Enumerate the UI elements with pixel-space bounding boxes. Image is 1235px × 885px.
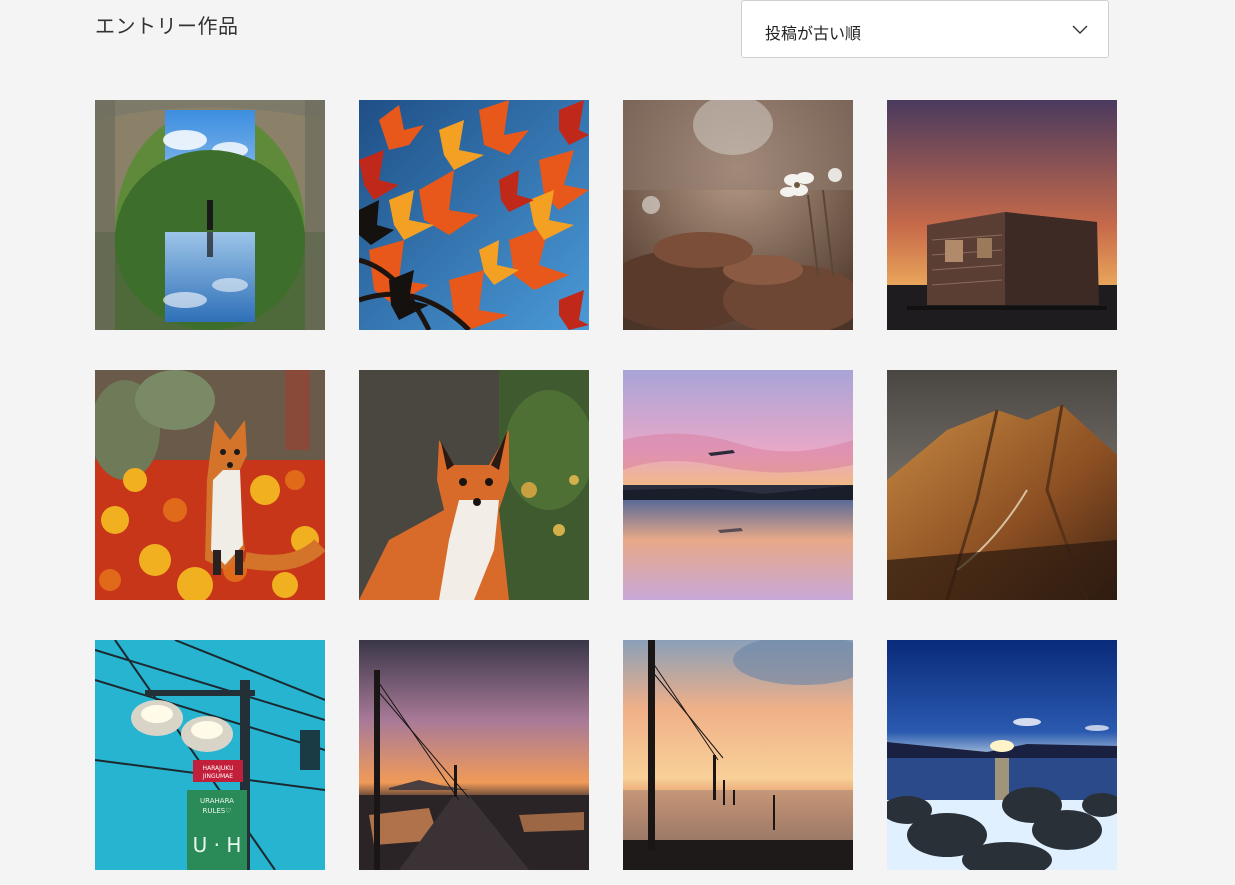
harajuku-sign-text-line2: JINGUMAE bbox=[202, 773, 233, 780]
entry-photo-pole-path-sunset[interactable] bbox=[359, 640, 589, 870]
small-white-flower-image bbox=[623, 100, 853, 330]
fox-portrait-image bbox=[359, 370, 589, 600]
sort-order-selected: 投稿が古い順 bbox=[765, 24, 862, 43]
entries-grid: HARAJUKU JINGUMAE URAHARA RULES♡ U · H bbox=[95, 100, 1117, 870]
harajuku-sign-text-line1: HARAJUKU bbox=[203, 765, 234, 772]
airplane-sunset-reflection-image bbox=[623, 370, 853, 600]
sort-order-select[interactable]: 投稿が古い順 bbox=[741, 0, 1109, 58]
entry-photo-rocky-shore-sunrise[interactable] bbox=[887, 640, 1117, 870]
street-lamp-signs-image: HARAJUKU JINGUMAE URAHARA RULES♡ U · H bbox=[95, 640, 325, 870]
pole-path-sunset-image bbox=[359, 640, 589, 870]
golden-mountain-ridge-image bbox=[887, 370, 1117, 600]
urahara-sign-text-line3: U · H bbox=[193, 833, 242, 857]
chevron-down-icon bbox=[1072, 25, 1088, 34]
entry-photo-tunnel-reflection[interactable] bbox=[95, 100, 325, 330]
rocky-shore-sunrise-image bbox=[887, 640, 1117, 870]
tunnel-reflection-image bbox=[95, 100, 325, 330]
entry-photo-abandoned-trailer-sunset[interactable] bbox=[887, 100, 1117, 330]
urahara-sign-text-line2: RULES♡ bbox=[202, 807, 231, 815]
abandoned-trailer-sunset-image bbox=[887, 100, 1117, 330]
section-title: エントリー作品 bbox=[95, 14, 239, 38]
entry-photo-fox-portrait[interactable] bbox=[359, 370, 589, 600]
fox-in-autumn-leaves-image bbox=[95, 370, 325, 600]
entry-photo-street-lamp-signs[interactable]: HARAJUKU JINGUMAE URAHARA RULES♡ U · H bbox=[95, 640, 325, 870]
entries-page: エントリー作品 投稿が古い順 HARAJUKU JINGUMAE URAHARA… bbox=[0, 0, 1235, 885]
entry-photo-autumn-maple-leaves[interactable] bbox=[359, 100, 589, 330]
entry-photo-poles-in-sea-sunset[interactable] bbox=[623, 640, 853, 870]
urahara-sign-text-line1: URAHARA bbox=[200, 797, 234, 805]
entry-photo-small-white-flower[interactable] bbox=[623, 100, 853, 330]
autumn-maple-leaves-image bbox=[359, 100, 589, 330]
entry-photo-fox-in-autumn-leaves[interactable] bbox=[95, 370, 325, 600]
entry-photo-golden-mountain-ridge[interactable] bbox=[887, 370, 1117, 600]
entry-photo-airplane-sunset-reflection[interactable] bbox=[623, 370, 853, 600]
poles-in-sea-sunset-image bbox=[623, 640, 853, 870]
